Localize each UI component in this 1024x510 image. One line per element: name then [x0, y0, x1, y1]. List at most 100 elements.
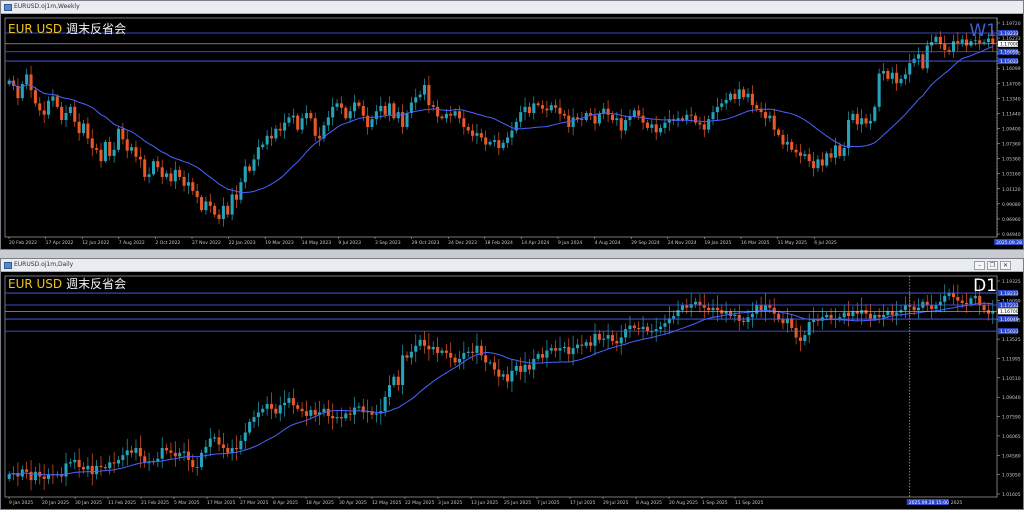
candle-body	[204, 201, 208, 211]
candle-body	[816, 159, 820, 169]
candle-body	[134, 448, 138, 453]
candle-body	[606, 108, 610, 115]
candle-body	[567, 346, 571, 355]
candle-body	[545, 108, 549, 111]
candle-body	[436, 106, 440, 117]
candle-body	[401, 355, 405, 386]
candle-body	[492, 362, 496, 370]
candle-body	[733, 314, 737, 317]
time-tick-label: 9 Jan 2025	[9, 500, 33, 506]
time-tick-label: 14 May 2023	[302, 240, 331, 246]
candle-body	[409, 102, 413, 114]
candle-body	[304, 113, 308, 119]
candle-body	[554, 348, 558, 351]
candle-body	[427, 345, 431, 350]
candle-body	[737, 89, 741, 99]
candle-body	[763, 112, 768, 119]
candle-body	[335, 417, 339, 419]
candle-body	[221, 444, 225, 449]
current-price-badge-label: 1.17000	[1000, 42, 1019, 48]
candle-body	[344, 107, 348, 119]
candle-body	[353, 102, 357, 112]
candle-body	[536, 354, 540, 359]
candle-body	[488, 141, 492, 145]
candle-body	[777, 129, 781, 135]
candle-body	[436, 346, 440, 353]
candle-body	[698, 122, 702, 125]
candle-body	[396, 376, 400, 386]
candle-body	[864, 118, 868, 124]
candle-body	[742, 320, 746, 323]
candle-body	[95, 148, 99, 150]
candle-body	[73, 106, 77, 122]
price-level-badge-label: 1.15033	[1000, 329, 1019, 335]
time-tick-label: 20 Aug 2025	[669, 500, 698, 506]
candle-body	[986, 310, 990, 314]
candle-body	[234, 194, 239, 200]
weekly-price-chart[interactable]: 1.197201.162331.176801.160991.147001.133…	[1, 14, 1023, 250]
candle-body	[519, 112, 523, 122]
candle-body	[523, 106, 527, 113]
weekly-title-bar: EURUSD.oj1m,Weekly	[1, 1, 1023, 14]
candle-body	[453, 111, 457, 116]
candle-body	[392, 103, 396, 119]
candle-body	[632, 325, 636, 328]
candle-body	[510, 370, 514, 382]
candle-body	[506, 374, 510, 382]
candle-body	[357, 406, 361, 408]
candle-body	[825, 314, 829, 318]
candle-body	[326, 117, 330, 126]
candle-body	[291, 398, 295, 406]
candle-body	[982, 305, 986, 311]
candle-body	[453, 357, 457, 363]
candle-body	[230, 194, 234, 215]
candle-body	[239, 440, 243, 450]
weekly-timeframe-label: W1	[969, 21, 997, 41]
candle-body	[663, 122, 667, 128]
candle-body	[724, 311, 728, 314]
candle-body	[383, 396, 387, 412]
candle-body	[313, 409, 317, 415]
candle-body	[689, 114, 693, 116]
daily-price-chart[interactable]: 1.193251.160991.150151.135251.119951.105…	[1, 272, 1023, 510]
candle-body	[737, 314, 741, 321]
candle-body	[916, 54, 921, 59]
candle-body	[357, 102, 361, 107]
candle-body	[169, 173, 173, 182]
minimize-button[interactable]: –	[974, 261, 985, 270]
candle-body	[431, 346, 435, 350]
candle-body	[418, 339, 422, 346]
cursor-time-badge-label: 2025.09.28 10:00	[996, 240, 1023, 246]
candle-body	[798, 152, 802, 156]
candle-body	[829, 314, 833, 319]
candle-body	[523, 364, 527, 372]
price-tick-label: 1.01120	[1002, 187, 1021, 193]
candle-body	[694, 115, 698, 123]
candle-body	[812, 161, 816, 169]
candle-body	[226, 205, 230, 215]
candle-body	[25, 74, 29, 85]
candle-body	[855, 113, 859, 125]
candle-body	[593, 115, 597, 124]
time-tick-label: 18 Feb 2024	[485, 240, 513, 246]
candle-body	[125, 139, 129, 151]
candle-body	[624, 120, 628, 131]
candle-body	[943, 43, 947, 50]
candle-body	[650, 331, 654, 333]
candle-body	[165, 448, 169, 451]
candle-body	[431, 105, 435, 107]
candle-body	[29, 74, 33, 91]
candle-body	[484, 137, 488, 145]
candle-body	[160, 448, 164, 459]
candle-body	[165, 173, 169, 177]
time-tick-label: 16 Mar 2025	[741, 240, 770, 246]
moving-average-line	[9, 302, 993, 476]
close-button[interactable]: ✕	[1000, 261, 1011, 270]
candle-body	[842, 148, 846, 156]
candle-body	[195, 190, 199, 198]
time-tick-label: 22 Jan 2023	[229, 240, 256, 246]
candle-body	[715, 106, 719, 113]
price-level-badge-label: 1.15033	[1000, 59, 1019, 65]
candle-body	[694, 301, 698, 305]
restore-button[interactable]: ❐	[987, 261, 998, 270]
